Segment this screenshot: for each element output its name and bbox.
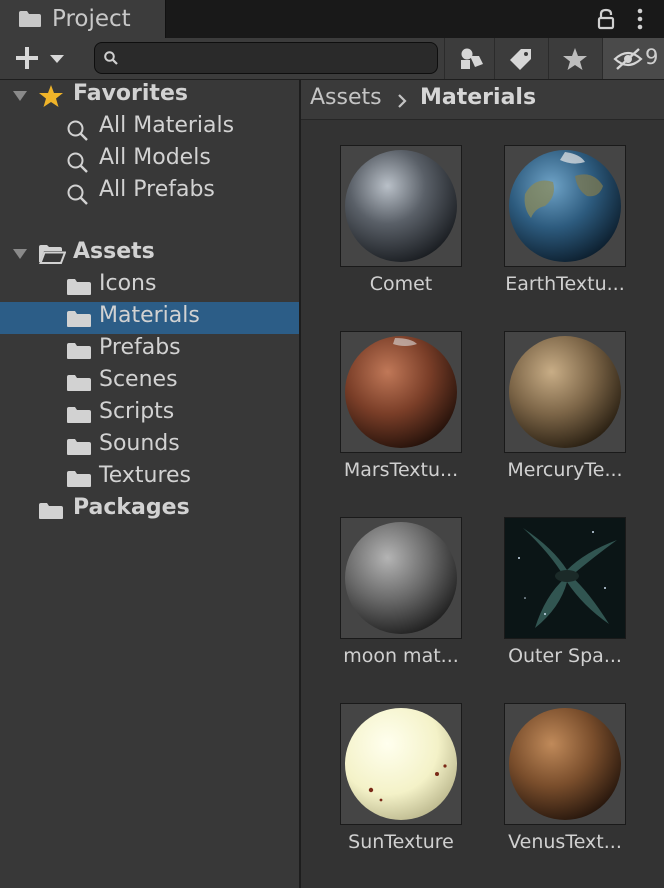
material-sphere-icon xyxy=(345,150,457,262)
hidden-packages-toggle[interactable]: 9 xyxy=(602,38,664,79)
asset-thumbnail xyxy=(340,331,462,453)
expand-triangle-icon[interactable] xyxy=(12,90,28,102)
sidebar-item-label: All Models xyxy=(99,145,211,170)
material-sphere-icon xyxy=(509,336,621,448)
expand-triangle-icon[interactable] xyxy=(12,248,28,260)
material-sphere-icon xyxy=(345,708,457,820)
filter-by-label-button[interactable] xyxy=(494,38,544,79)
asset-label: Outer Spa... xyxy=(508,645,622,667)
plus-icon xyxy=(16,47,64,69)
sidebar-item-label: Icons xyxy=(99,271,157,296)
sidebar-item-scenes[interactable]: Scenes xyxy=(0,366,299,398)
sidebar-item-label: Scenes xyxy=(99,367,178,392)
search-field[interactable] xyxy=(94,42,438,74)
asset-thumbnail xyxy=(340,145,462,267)
material-sphere-icon xyxy=(345,336,457,448)
material-sphere-icon xyxy=(345,522,457,634)
tab-project[interactable]: Project xyxy=(0,0,166,38)
asset-thumbnail xyxy=(504,517,626,639)
sidebar-item-label: Materials xyxy=(99,303,200,328)
asset-thumbnail xyxy=(340,703,462,825)
sidebar-item-label: Packages xyxy=(73,495,190,520)
sidebar-item-label: Assets xyxy=(73,239,155,264)
sidebar-item-all-models[interactable]: All Models xyxy=(0,144,299,176)
space-texture-icon xyxy=(505,518,625,638)
chevron-right-icon xyxy=(398,94,407,108)
create-button[interactable] xyxy=(10,42,70,74)
lock-icon[interactable] xyxy=(597,8,615,30)
hidden-count: 9 xyxy=(645,45,659,69)
asset-thumbnail xyxy=(340,517,462,639)
sidebar-item-favorites[interactable]: Favorites xyxy=(0,80,299,112)
asset-tile[interactable]: VenusText... xyxy=(466,703,664,873)
folder-icon xyxy=(19,11,41,27)
sidebar-item-materials[interactable]: Materials xyxy=(0,302,299,334)
sidebar-item-sounds[interactable]: Sounds xyxy=(0,430,299,462)
folder-icon xyxy=(67,311,91,327)
asset-tile[interactable]: MercuryTe... xyxy=(466,331,664,501)
material-sphere-icon xyxy=(509,708,621,820)
search-icon xyxy=(67,120,88,141)
asset-tile[interactable]: EarthTextu... xyxy=(466,145,664,315)
sidebar-item-label: All Materials xyxy=(99,113,235,138)
sidebar-item-label: Prefabs xyxy=(99,335,181,360)
sidebar-item-label: Favorites xyxy=(73,81,188,106)
asset-thumbnail xyxy=(504,703,626,825)
material-sphere-icon xyxy=(509,150,621,262)
star-icon xyxy=(39,85,63,107)
sidebar-item-textures[interactable]: Textures xyxy=(0,462,299,494)
star-icon xyxy=(563,48,587,70)
folder-icon xyxy=(67,343,91,359)
sidebar-item-all-materials[interactable]: All Materials xyxy=(0,112,299,144)
sidebar-item-label: Textures xyxy=(99,463,191,488)
more-options-icon[interactable] xyxy=(634,7,646,31)
search-icon xyxy=(67,152,88,173)
sidebar-item-packages[interactable]: Packages xyxy=(0,494,299,526)
folder-icon xyxy=(67,439,91,455)
filter-by-type-button[interactable] xyxy=(444,38,494,79)
shapes-icon xyxy=(461,48,483,69)
sidebar-item-all-prefabs[interactable]: All Prefabs xyxy=(0,176,299,208)
open-folder-icon xyxy=(39,245,66,264)
breadcrumb-current: Materials xyxy=(420,85,537,110)
sidebar-item-prefabs[interactable]: Prefabs xyxy=(0,334,299,366)
sidebar-item-label: All Prefabs xyxy=(99,177,215,202)
asset-label: VenusText... xyxy=(508,831,622,853)
asset-thumbnail xyxy=(504,331,626,453)
search-icon xyxy=(104,51,118,65)
asset-label: MercuryTe... xyxy=(507,459,623,481)
tab-label: Project xyxy=(52,6,131,32)
search-icon xyxy=(67,184,88,205)
sidebar-item-icons[interactable]: Icons xyxy=(0,270,299,302)
folder-icon xyxy=(67,407,91,423)
tab-bar: Project xyxy=(0,0,664,38)
folder-icon xyxy=(67,471,91,487)
breadcrumb-assets[interactable]: Assets xyxy=(310,85,382,110)
asset-label: EarthTextu... xyxy=(505,273,625,295)
save-search-favorite-button[interactable] xyxy=(548,38,598,79)
tag-icon xyxy=(510,49,531,70)
sidebar-item-label: Scripts xyxy=(99,399,175,424)
breadcrumb: Assets Materials xyxy=(301,80,664,120)
toolbar: 9 xyxy=(0,38,664,80)
sidebar: Favorites All Materials All Models All P… xyxy=(0,80,299,888)
asset-tile[interactable]: Outer Spa... xyxy=(466,517,664,687)
eye-slash-icon xyxy=(613,48,643,70)
folder-icon xyxy=(67,375,91,391)
folder-icon xyxy=(67,279,91,295)
sidebar-item-scripts[interactable]: Scripts xyxy=(0,398,299,430)
sidebar-item-label: Sounds xyxy=(99,431,180,456)
asset-browser: Assets Materials Comet EarthTextu... Mar… xyxy=(301,80,664,888)
sidebar-item-assets[interactable]: Assets xyxy=(0,238,299,270)
asset-thumbnail xyxy=(504,145,626,267)
folder-icon xyxy=(39,503,63,519)
